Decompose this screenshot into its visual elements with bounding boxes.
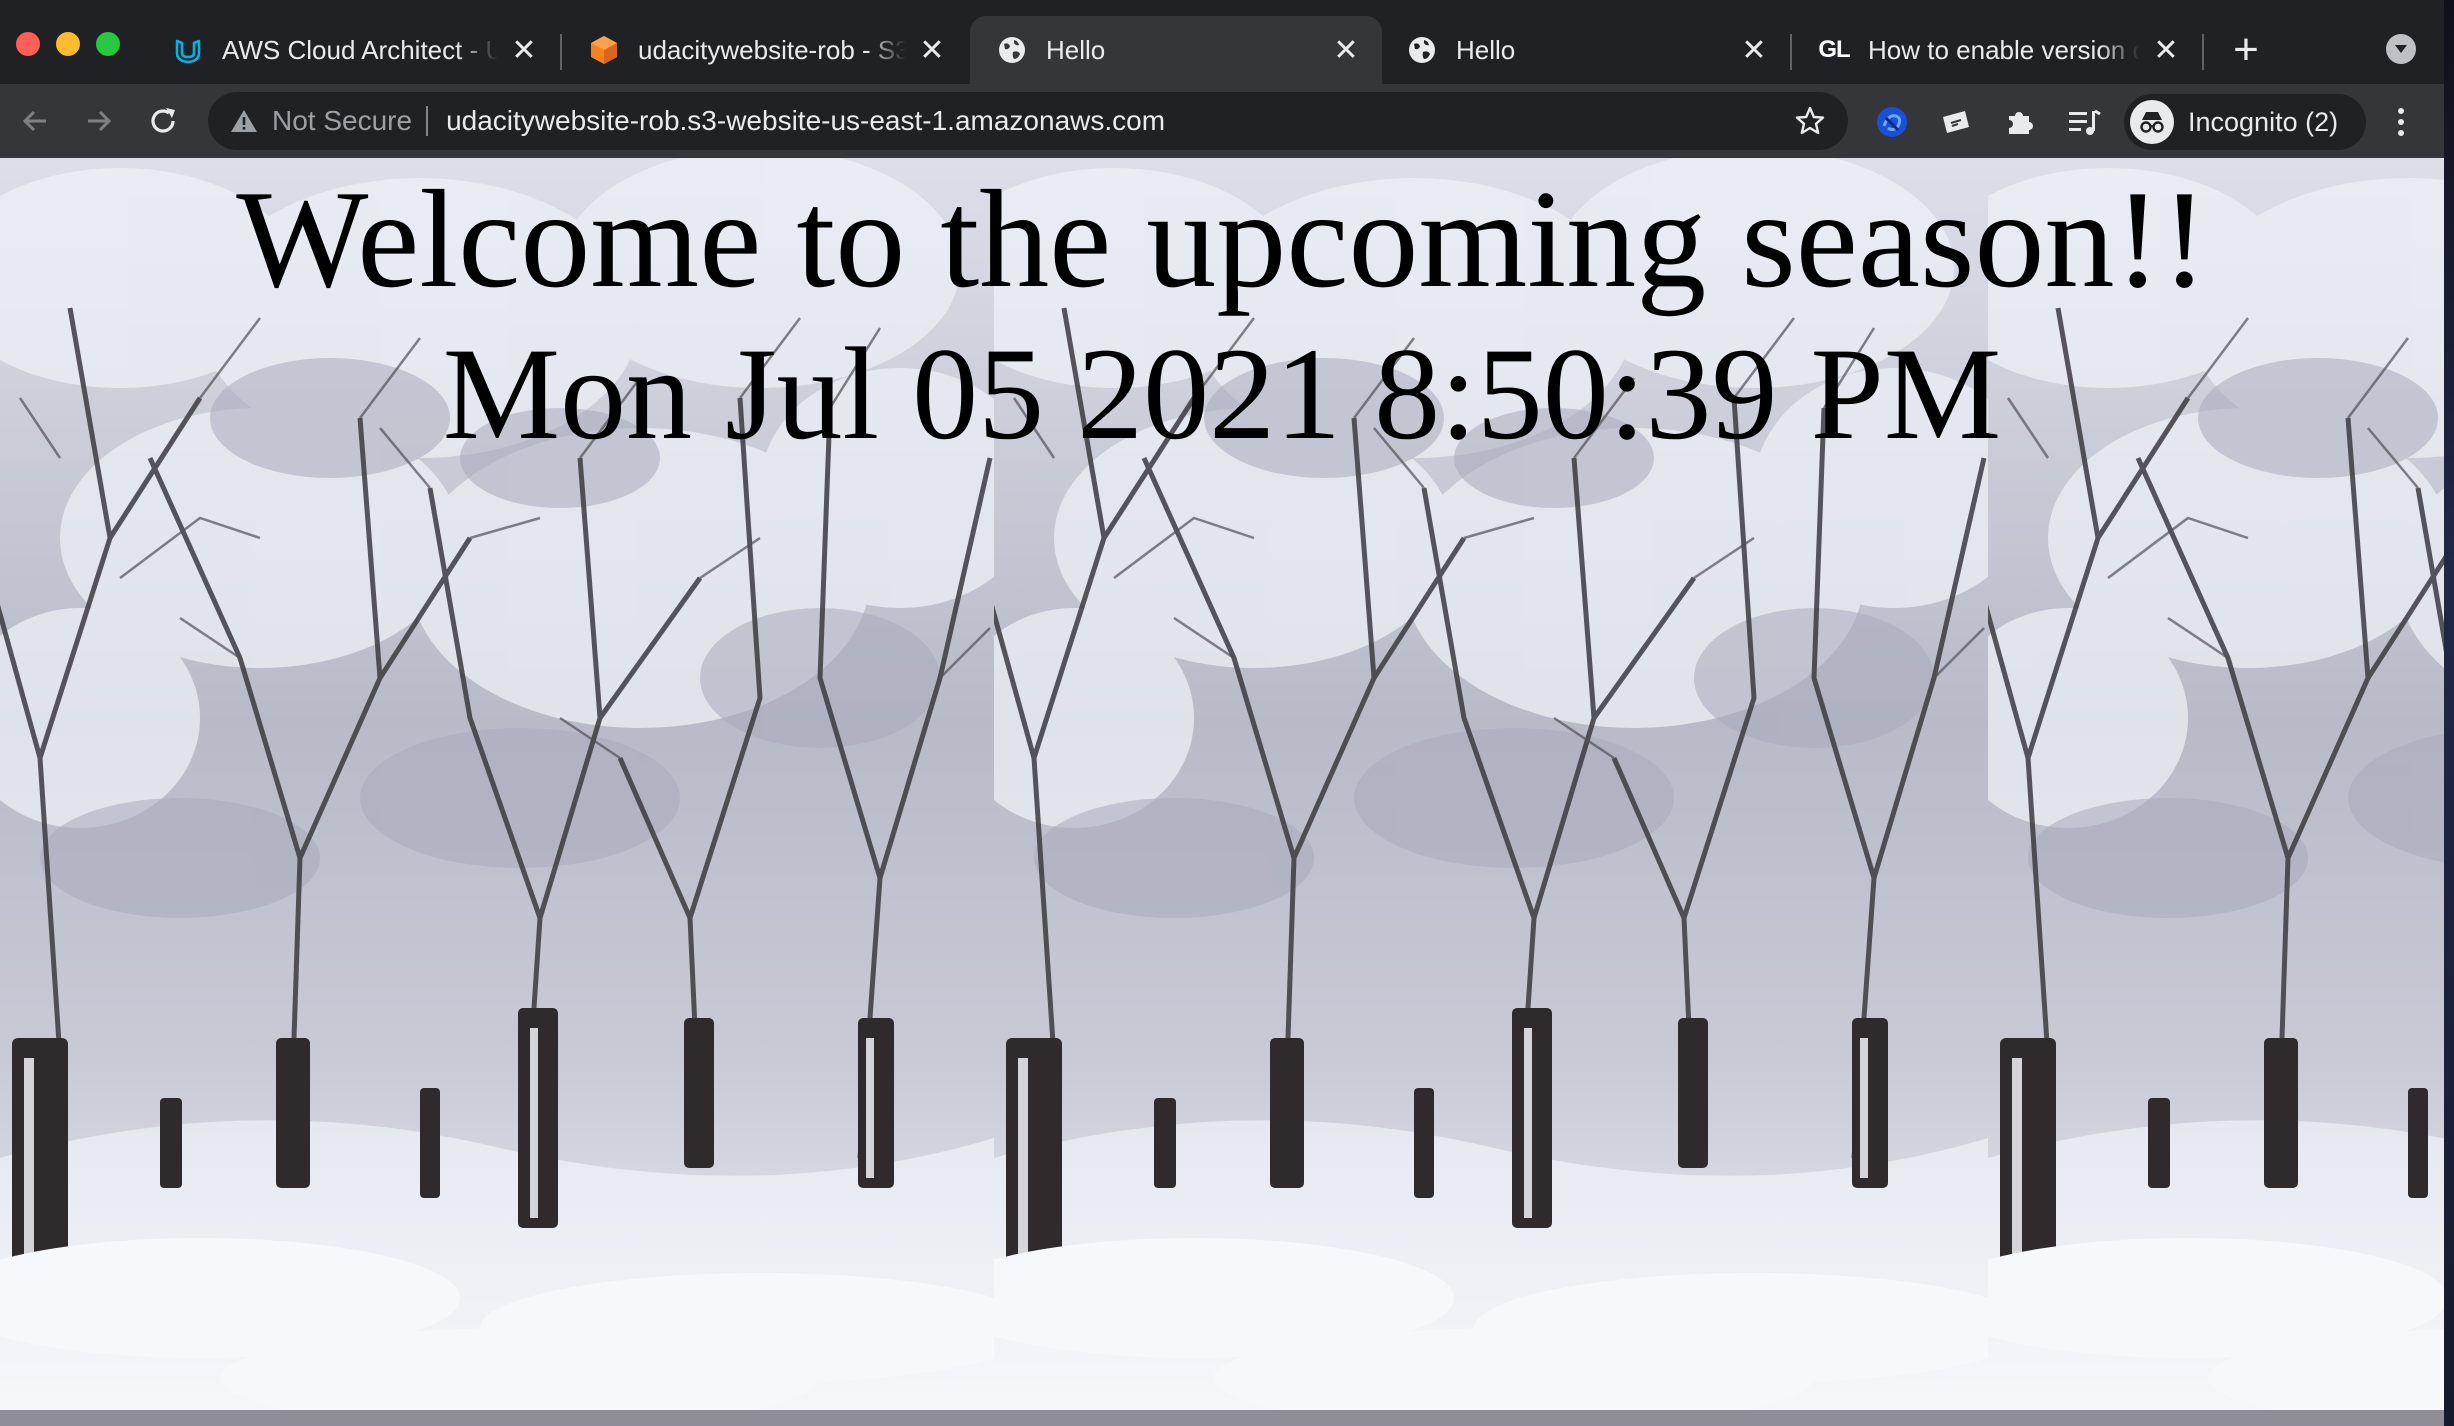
vertical-dots-icon xyxy=(2398,108,2404,136)
tab-close-icon[interactable]: ✕ xyxy=(2150,34,2182,67)
tab-close-icon[interactable]: ✕ xyxy=(1738,34,1770,67)
arrow-right-icon xyxy=(88,110,112,132)
tab-title: Hello xyxy=(1046,34,1106,65)
udacity-icon xyxy=(172,34,204,66)
address-bar[interactable]: Not Secure udacitywebsite-rob.s3-website… xyxy=(208,92,1848,150)
puzzle-extensions-icon[interactable] xyxy=(2000,102,2040,142)
tab-aws-cloud-architect[interactable]: AWS Cloud Architect - Udacity ✕ xyxy=(146,16,560,84)
tab-hello-active[interactable]: Hello ✕ xyxy=(970,16,1382,84)
incognito-icon xyxy=(2130,100,2174,144)
bookmark-star-icon[interactable] xyxy=(1794,105,1826,137)
window-minimize-button[interactable] xyxy=(56,32,80,56)
globe-icon xyxy=(1406,34,1438,66)
omnibox-divider xyxy=(426,106,429,136)
new-tab-button[interactable]: + xyxy=(2222,28,2270,76)
incognito-profile-button[interactable]: Incognito (2) xyxy=(2124,94,2366,150)
tab-search-button[interactable] xyxy=(2386,34,2416,64)
chevron-down-icon xyxy=(2395,45,2407,53)
background-image-next-row xyxy=(0,1410,2444,1426)
tab-title: AWS Cloud Architect - Udacity xyxy=(222,34,498,65)
window-close-button[interactable] xyxy=(16,32,40,56)
tab-title: Hello xyxy=(1456,34,1516,65)
tab-close-icon[interactable]: ✕ xyxy=(1330,34,1362,67)
tab-close-icon[interactable]: ✕ xyxy=(508,34,540,67)
aws-s3-icon xyxy=(588,34,620,66)
extension-card-icon[interactable] xyxy=(1936,102,1976,142)
incognito-label: Incognito (2) xyxy=(2188,106,2339,137)
tab-title: How to enable version control xyxy=(1868,34,2140,65)
tab-title: udacitywebsite-rob - S3 bucket xyxy=(638,34,906,65)
forward-button[interactable] xyxy=(76,98,122,144)
url-text[interactable]: udacitywebsite-rob.s3-website-us-east-1.… xyxy=(446,105,1165,137)
tab-strip: AWS Cloud Architect - Udacity ✕ udacityw… xyxy=(0,0,2454,84)
tab-separator xyxy=(2202,34,2204,70)
tab-s3-bucket[interactable]: udacitywebsite-rob - S3 bucket ✕ xyxy=(562,16,968,84)
tab-close-icon[interactable]: ✕ xyxy=(916,34,948,67)
page-heading: Welcome to the upcoming season!! Mon Jul… xyxy=(0,170,2444,460)
page-viewport: Welcome to the upcoming season!! Mon Jul… xyxy=(0,158,2444,1426)
date-time-display: Mon Jul 05 2021 8:50:39 PM xyxy=(442,320,2002,467)
desktop-edge xyxy=(2444,0,2454,1426)
tab-hello[interactable]: Hello ✕ xyxy=(1380,16,1790,84)
window-zoom-button[interactable] xyxy=(96,32,120,56)
arrow-left-icon xyxy=(22,110,46,132)
gl-logo-icon: GL xyxy=(1818,36,1850,63)
reload-button[interactable] xyxy=(140,98,186,144)
reading-list-icon[interactable] xyxy=(2064,102,2104,142)
extension-blue-icon[interactable] xyxy=(1872,102,1912,142)
browser-menu-button[interactable] xyxy=(2386,102,2416,142)
tab-version-control[interactable]: GL How to enable version control ✕ xyxy=(1792,16,2202,84)
reload-icon xyxy=(151,108,175,133)
back-button[interactable] xyxy=(12,98,58,144)
welcome-heading: Welcome to the upcoming season!! xyxy=(236,162,2208,317)
globe-icon xyxy=(996,34,1028,66)
browser-toolbar: Not Secure udacitywebsite-rob.s3-website… xyxy=(0,84,2454,158)
warning-icon[interactable] xyxy=(230,108,258,134)
security-status-label[interactable]: Not Secure xyxy=(272,105,412,137)
